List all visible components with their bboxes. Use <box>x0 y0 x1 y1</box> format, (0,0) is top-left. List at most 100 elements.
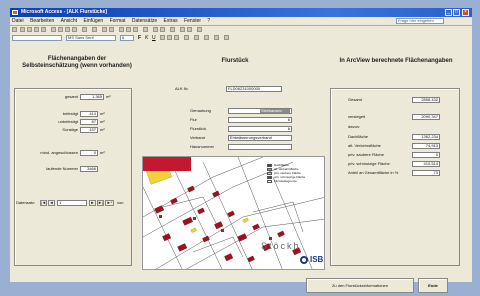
help-icon[interactable] <box>197 27 202 32</box>
font-color-icon[interactable] <box>194 35 199 40</box>
gemarkung-field[interactable]: Stellhausen <box>228 108 292 114</box>
filter-selection-icon[interactable] <box>119 27 124 32</box>
line-color-icon[interactable] <box>204 35 209 40</box>
menu-item-extras[interactable]: Extras <box>164 17 178 25</box>
italic-button[interactable]: K <box>145 34 148 42</box>
font-size-combo[interactable]: 8 <box>120 35 134 41</box>
flur-field[interactable]: 6 <box>228 117 292 123</box>
object-combo[interactable] <box>12 35 62 41</box>
gesamt-label: gesamt <box>64 94 78 99</box>
gesamt-field[interactable]: 1.365 <box>80 94 104 100</box>
paste-icon[interactable] <box>65 27 70 32</box>
menu-item-ansicht[interactable]: Ansicht <box>61 17 77 25</box>
mind-angeschlossen-field[interactable]: 0 <box>80 150 98 156</box>
menu-item-einfuegen[interactable]: Einfügen <box>83 17 103 25</box>
befestigt-field[interactable]: 414 <box>80 111 98 117</box>
saubere-flaeche-label: priv. saubere Fläche <box>348 152 384 157</box>
verkehrsflaeche-field[interactable]: 74,913 <box>412 143 440 149</box>
unbefestigt-unit: m² <box>100 119 105 124</box>
print-icon[interactable] <box>27 27 32 32</box>
help-search-input[interactable]: Frage hier eingeben <box>396 18 444 24</box>
saubere-flaeche-field[interactable]: 0 <box>412 152 440 158</box>
database-window-icon[interactable] <box>180 27 185 32</box>
street-label: Stöckh <box>261 241 301 251</box>
font-combo[interactable]: MS Sans Serif <box>66 35 116 41</box>
save-icon[interactable] <box>20 27 25 32</box>
align-left-icon[interactable] <box>160 35 165 40</box>
find-icon[interactable] <box>143 27 148 32</box>
schmutzige-flaeche-field[interactable]: 410,514 <box>412 161 440 167</box>
laufende-nummer-field[interactable]: 3466 <box>80 166 98 172</box>
minimize-button[interactable]: _ <box>445 9 452 16</box>
copy-icon[interactable] <box>58 27 63 32</box>
menu-item-fenster[interactable]: Fenster <box>184 17 201 25</box>
unbefestigt-field[interactable]: 87 <box>80 119 98 125</box>
new-record-icon[interactable] <box>153 27 158 32</box>
versiegelt-field[interactable]: 2090,347 <box>412 114 440 120</box>
anteil-field[interactable]: 73 <box>412 170 440 176</box>
view-icon[interactable] <box>12 27 17 32</box>
flur-label: Flur <box>190 117 197 122</box>
verband-field[interactable]: Entwässerungsverband <box>228 135 292 141</box>
right-gesamt-field[interactable]: 2858,432 <box>412 97 440 103</box>
undo-icon[interactable] <box>82 27 87 32</box>
isb-logo: ISB <box>299 253 324 267</box>
align-right-icon[interactable] <box>174 35 179 40</box>
underline-button[interactable]: U <box>152 34 156 42</box>
gemarkung-label: Gemarkung <box>190 108 211 113</box>
parcel-map[interactable]: Stöckh Dachfläche alt. Verkehrsfläche pr… <box>142 156 325 270</box>
record-label: Datensatz: <box>16 200 36 205</box>
preview-icon[interactable] <box>34 27 39 32</box>
davon-label: davon: <box>348 124 361 129</box>
menu-item-datei[interactable]: Datei <box>12 17 24 25</box>
left-section-title: Flächenangaben der Selbsteinschätzung (w… <box>22 56 132 69</box>
hyperlink-icon[interactable] <box>92 27 97 32</box>
line-width-icon[interactable] <box>214 35 219 40</box>
sort-ascending-icon[interactable] <box>102 27 107 32</box>
legend-item-flurstuecksgrenze: Flurstücksgrenze <box>267 179 323 183</box>
legend-swatch-flurstuecksgrenze <box>267 179 272 183</box>
hausnummer-field[interactable] <box>228 144 292 150</box>
flurstueck-field[interactable]: 6 <box>228 126 292 132</box>
middle-section-title: Flurstück <box>221 58 249 64</box>
format-painter-icon[interactable] <box>72 27 77 32</box>
right-section-title: In ArcView berechnete Flächenangaben <box>339 58 453 64</box>
menu-item-format[interactable]: Format <box>110 17 126 25</box>
next-record-button[interactable]: ► <box>89 200 96 206</box>
menu-item-datensaetze[interactable]: Datensätze <box>132 17 157 25</box>
sort-descending-icon[interactable] <box>109 27 114 32</box>
sonstige-field[interactable]: 157 <box>80 127 98 133</box>
isb-logo-text: ISB <box>310 255 324 264</box>
close-button[interactable]: × <box>462 9 469 16</box>
new-object-icon[interactable] <box>187 27 192 32</box>
properties-icon[interactable] <box>170 27 175 32</box>
delete-record-icon[interactable] <box>160 27 165 32</box>
versiegelt-label: versiegelt <box>348 114 366 119</box>
record-number-field[interactable]: 1 <box>57 200 87 206</box>
fill-color-icon[interactable] <box>184 35 189 40</box>
maximize-button[interactable]: □ <box>453 9 460 16</box>
last-record-button[interactable]: ►| <box>97 200 104 206</box>
filter-form-icon[interactable] <box>126 27 131 32</box>
dachflaeche-field[interactable]: 1362,234 <box>412 134 440 140</box>
alk-nr-field[interactable]: FLD06231000000 <box>226 86 282 92</box>
right-gesamt-label: Gesamt <box>348 97 363 102</box>
mind-angeschlossen-label: mind. angeschlossen <box>40 150 78 155</box>
apply-filter-icon[interactable] <box>133 27 138 32</box>
first-record-button[interactable]: |◄ <box>40 200 47 206</box>
access-app-icon <box>12 10 18 15</box>
new-record-button[interactable]: ►* <box>105 200 114 206</box>
menu-item-bearbeiten[interactable]: Bearbeiten <box>30 17 54 25</box>
special-effect-icon[interactable] <box>224 35 229 40</box>
dachflaeche-label: Dachfläche <box>348 134 369 139</box>
menu-item-help[interactable]: ? <box>207 17 210 25</box>
parcel-info-button[interactable]: Zu den Flurstücksinformationen <box>306 278 414 293</box>
record-total-label: von <box>117 200 124 205</box>
cut-icon[interactable] <box>51 27 56 32</box>
spell-check-icon[interactable] <box>41 27 46 32</box>
bold-button[interactable]: F <box>138 34 141 42</box>
flurstueck-label: Flurstück <box>190 126 207 131</box>
previous-record-button[interactable]: ◄ <box>48 200 55 206</box>
end-button[interactable]: Ende <box>418 278 448 293</box>
align-center-icon[interactable] <box>167 35 172 40</box>
